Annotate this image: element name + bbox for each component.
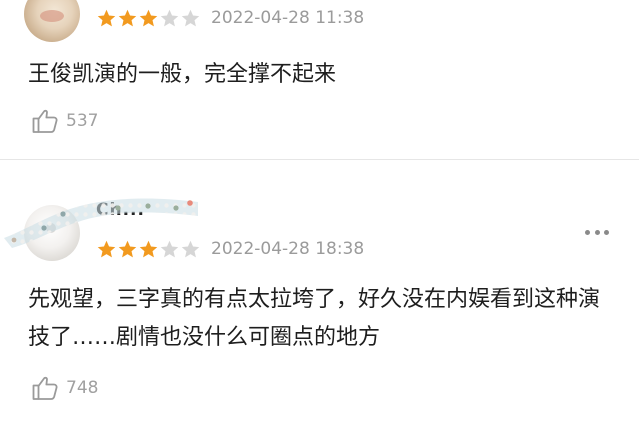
more-dots-icon[interactable] bbox=[585, 229, 609, 235]
thumbs-up-icon bbox=[32, 109, 58, 133]
star-icon bbox=[160, 240, 179, 257]
review-date: 2022-04-28 11:38 bbox=[211, 8, 365, 28]
star-icon bbox=[181, 240, 200, 257]
like-count: 537 bbox=[66, 111, 99, 131]
review-meta: 2022-04-28 18:38 bbox=[96, 238, 364, 260]
review-meta: 2022-04-28 11:38 bbox=[96, 7, 364, 29]
review-date: 2022-04-28 18:38 bbox=[211, 239, 365, 259]
review-card: 2022-04-28 11:38 王俊凯演的一般，完全撑不起来 537 bbox=[0, 0, 639, 160]
review-content: 先观望，三字真的有点太拉垮了，好久没在内娱看到这种演技了……剧情也没什么可圈点的… bbox=[28, 287, 601, 350]
star-rating bbox=[96, 239, 201, 260]
star-icon bbox=[97, 9, 116, 26]
like-button[interactable]: 748 bbox=[30, 372, 98, 404]
star-icon bbox=[181, 9, 200, 26]
star-icon bbox=[139, 240, 158, 257]
like-count: 748 bbox=[66, 378, 99, 398]
avatar[interactable] bbox=[24, 205, 80, 261]
thumbs-up-icon bbox=[32, 376, 58, 400]
avatar[interactable] bbox=[24, 0, 80, 42]
star-icon bbox=[97, 240, 116, 257]
star-icon bbox=[118, 9, 137, 26]
star-icon bbox=[160, 9, 179, 26]
star-icon bbox=[139, 9, 158, 26]
username[interactable]: Ch... bbox=[96, 200, 145, 220]
review-card: Ch... 2022-04-28 18:38 先观望，三字真的有点太拉垮了，好久… bbox=[0, 160, 639, 427]
review-content: 王俊凯演的一般，完全撑不起来 bbox=[28, 62, 337, 87]
star-icon bbox=[118, 240, 137, 257]
star-rating bbox=[96, 8, 201, 29]
like-button[interactable]: 537 bbox=[30, 105, 98, 137]
